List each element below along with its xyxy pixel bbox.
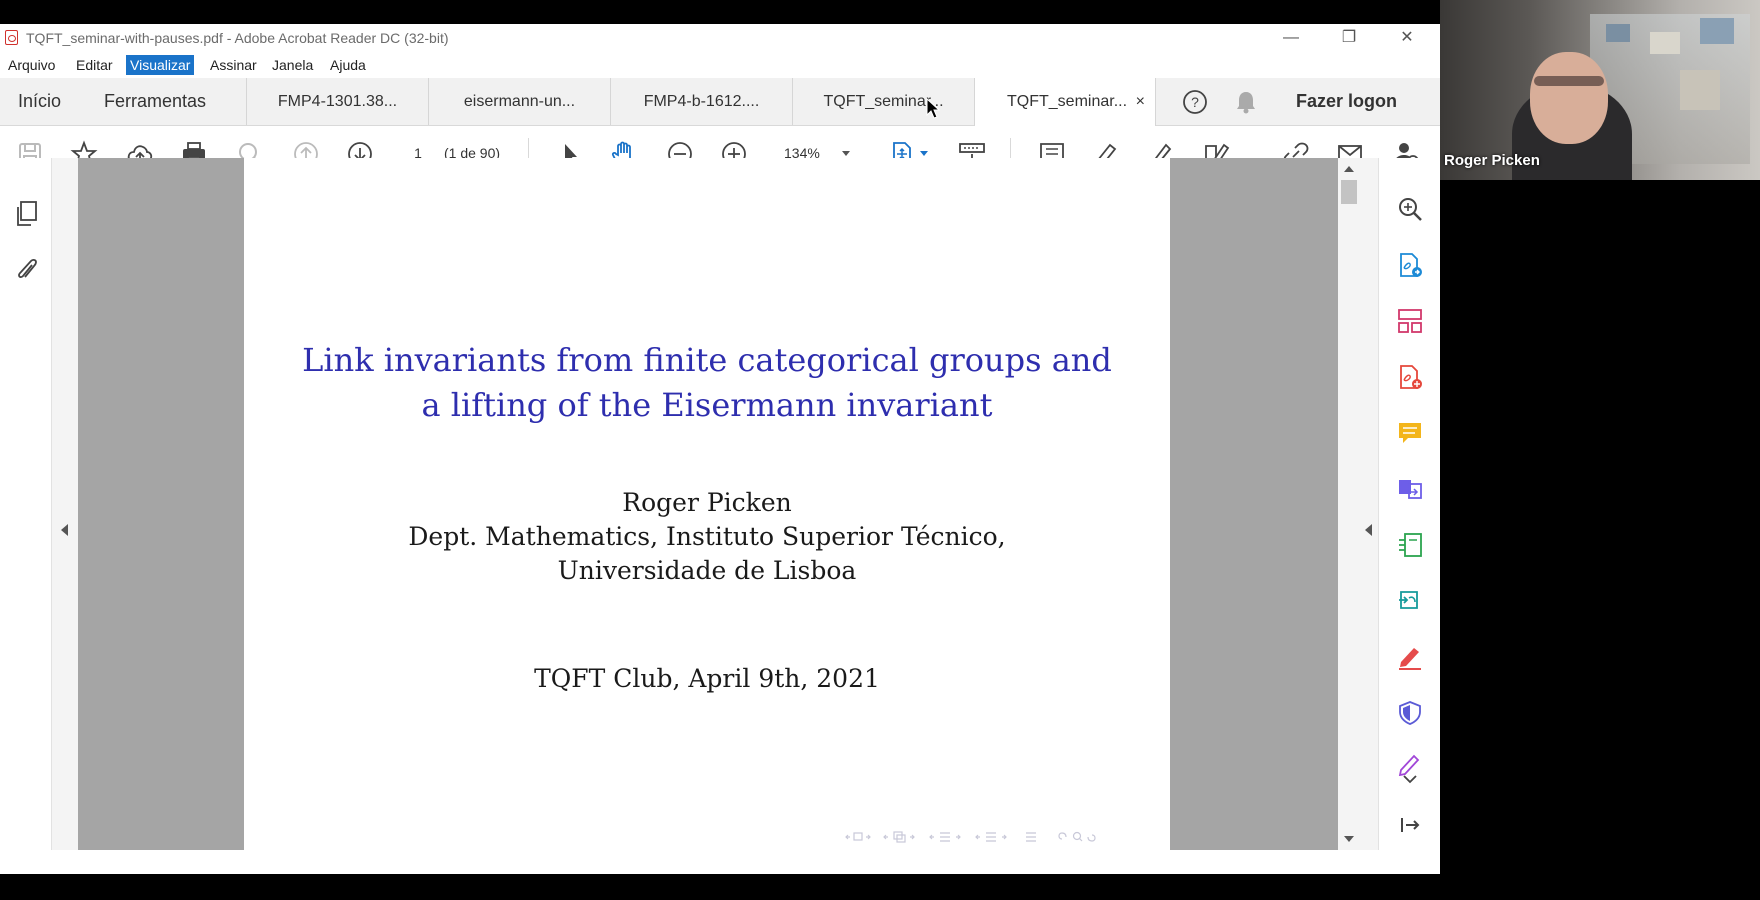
video-person-glasses xyxy=(1534,76,1604,86)
menu-arquivo[interactable]: Arquivo xyxy=(4,55,59,75)
svg-text:?: ? xyxy=(1191,94,1199,110)
right-panel-collapse-strip[interactable] xyxy=(1360,158,1378,850)
participant-name-label: Roger Picken xyxy=(1444,152,1540,169)
slide-event: TQFT Club, April 9th, 2021 xyxy=(534,664,880,693)
vertical-scrollbar[interactable] xyxy=(1338,158,1360,850)
tab-document-1[interactable]: FMP4-1301.38... xyxy=(246,78,428,125)
page-thumbnails-icon[interactable] xyxy=(14,200,40,228)
slide-title-line-2: a lifting of the Eisermann invariant xyxy=(421,386,993,424)
tab-document-2[interactable]: eisermann-un... xyxy=(428,78,610,125)
tab-document-3[interactable]: FMP4-b-1612.... xyxy=(610,78,792,125)
slide-affiliation-line-2: Universidade de Lisboa xyxy=(557,556,857,585)
login-button[interactable]: Fazer logon xyxy=(1296,78,1397,125)
fill-and-sign-icon[interactable] xyxy=(1397,644,1423,670)
zoom-tool-icon[interactable] xyxy=(1397,196,1423,222)
webcam-video-tile: Roger Picken xyxy=(1440,0,1760,180)
bottom-black-bar xyxy=(0,874,1760,900)
pdf-page: Link invariants from finite categorical … xyxy=(244,158,1170,850)
expand-tools-chevron-down-icon[interactable] xyxy=(1397,772,1423,786)
export-pdf-icon[interactable] xyxy=(1397,252,1423,278)
tab-close-icon[interactable]: × xyxy=(1136,78,1145,125)
tab-bar: Início Ferramentas FMP4-1301.38... eiser… xyxy=(0,78,1440,126)
close-button[interactable]: ✕ xyxy=(1384,26,1430,50)
left-navigation-panel xyxy=(0,158,52,850)
notification-bell-icon[interactable] xyxy=(1234,89,1258,115)
menu-editar[interactable]: Editar xyxy=(72,55,117,75)
send-for-review-icon[interactable] xyxy=(1397,588,1423,614)
attachments-paperclip-icon[interactable] xyxy=(14,256,40,284)
protect-shield-icon[interactable] xyxy=(1397,700,1423,726)
scrollbar-thumb[interactable] xyxy=(1341,180,1357,204)
comment-tool-icon[interactable] xyxy=(1397,420,1423,446)
tab-tools[interactable]: Ferramentas xyxy=(104,78,206,125)
video-person-face xyxy=(1530,52,1608,144)
scroll-up-arrow-icon[interactable] xyxy=(1344,166,1354,172)
title-bar: TQFT_seminar-with-pauses.pdf - Adobe Acr… xyxy=(0,24,1440,52)
menu-visualizar[interactable]: Visualizar xyxy=(126,55,195,75)
window-title: TQFT_seminar-with-pauses.pdf - Adobe Acr… xyxy=(26,30,449,46)
slide-author: Roger Picken xyxy=(622,488,792,517)
video-wall-note xyxy=(1700,18,1734,44)
minimize-button[interactable]: — xyxy=(1268,26,1314,50)
video-wall-note xyxy=(1606,24,1630,42)
collapse-left-chevron-icon[interactable] xyxy=(61,524,68,536)
menu-bar: Arquivo Editar Visualizar Assinar Janela… xyxy=(0,52,1440,78)
menu-ajuda[interactable]: Ajuda xyxy=(326,55,370,75)
edit-pdf-icon[interactable] xyxy=(1397,532,1423,558)
combine-files-icon[interactable] xyxy=(1397,476,1423,502)
tab-document-5-active[interactable]: TQFT_seminar... × xyxy=(974,78,1156,126)
video-wall-note xyxy=(1680,70,1720,110)
help-icon[interactable]: ? xyxy=(1182,89,1208,115)
tab-home[interactable]: Início xyxy=(18,78,61,125)
scroll-down-arrow-icon[interactable] xyxy=(1344,836,1354,842)
pdf-file-icon xyxy=(5,30,18,45)
menu-assinar[interactable]: Assinar xyxy=(206,55,261,75)
menu-janela[interactable]: Janela xyxy=(268,55,317,75)
slide-affiliation-line-1: Dept. Mathematics, Instituto Superior Té… xyxy=(408,522,1006,551)
organize-pages-icon[interactable] xyxy=(1397,308,1423,334)
collapse-right-chevron-icon[interactable] xyxy=(1365,524,1372,536)
zoom-dropdown-chevron-icon[interactable] xyxy=(842,151,850,156)
restore-button[interactable]: ❐ xyxy=(1326,26,1372,50)
slide-title-line-1: Link invariants from finite categorical … xyxy=(302,341,1112,379)
collapse-tools-panel-icon[interactable] xyxy=(1397,812,1423,838)
tab-document-4[interactable]: TQFT_seminar... xyxy=(792,78,974,125)
right-tools-panel xyxy=(1378,158,1440,850)
tab-label: TQFT_seminar... xyxy=(1007,93,1128,110)
beamer-navigation-symbols[interactable] xyxy=(844,830,1164,844)
create-pdf-icon[interactable] xyxy=(1397,364,1423,390)
left-panel-collapse-strip[interactable] xyxy=(52,158,78,850)
video-wall-note xyxy=(1650,32,1680,54)
fit-dropdown-chevron-icon[interactable] xyxy=(920,151,928,156)
mouse-cursor-icon xyxy=(926,98,940,120)
